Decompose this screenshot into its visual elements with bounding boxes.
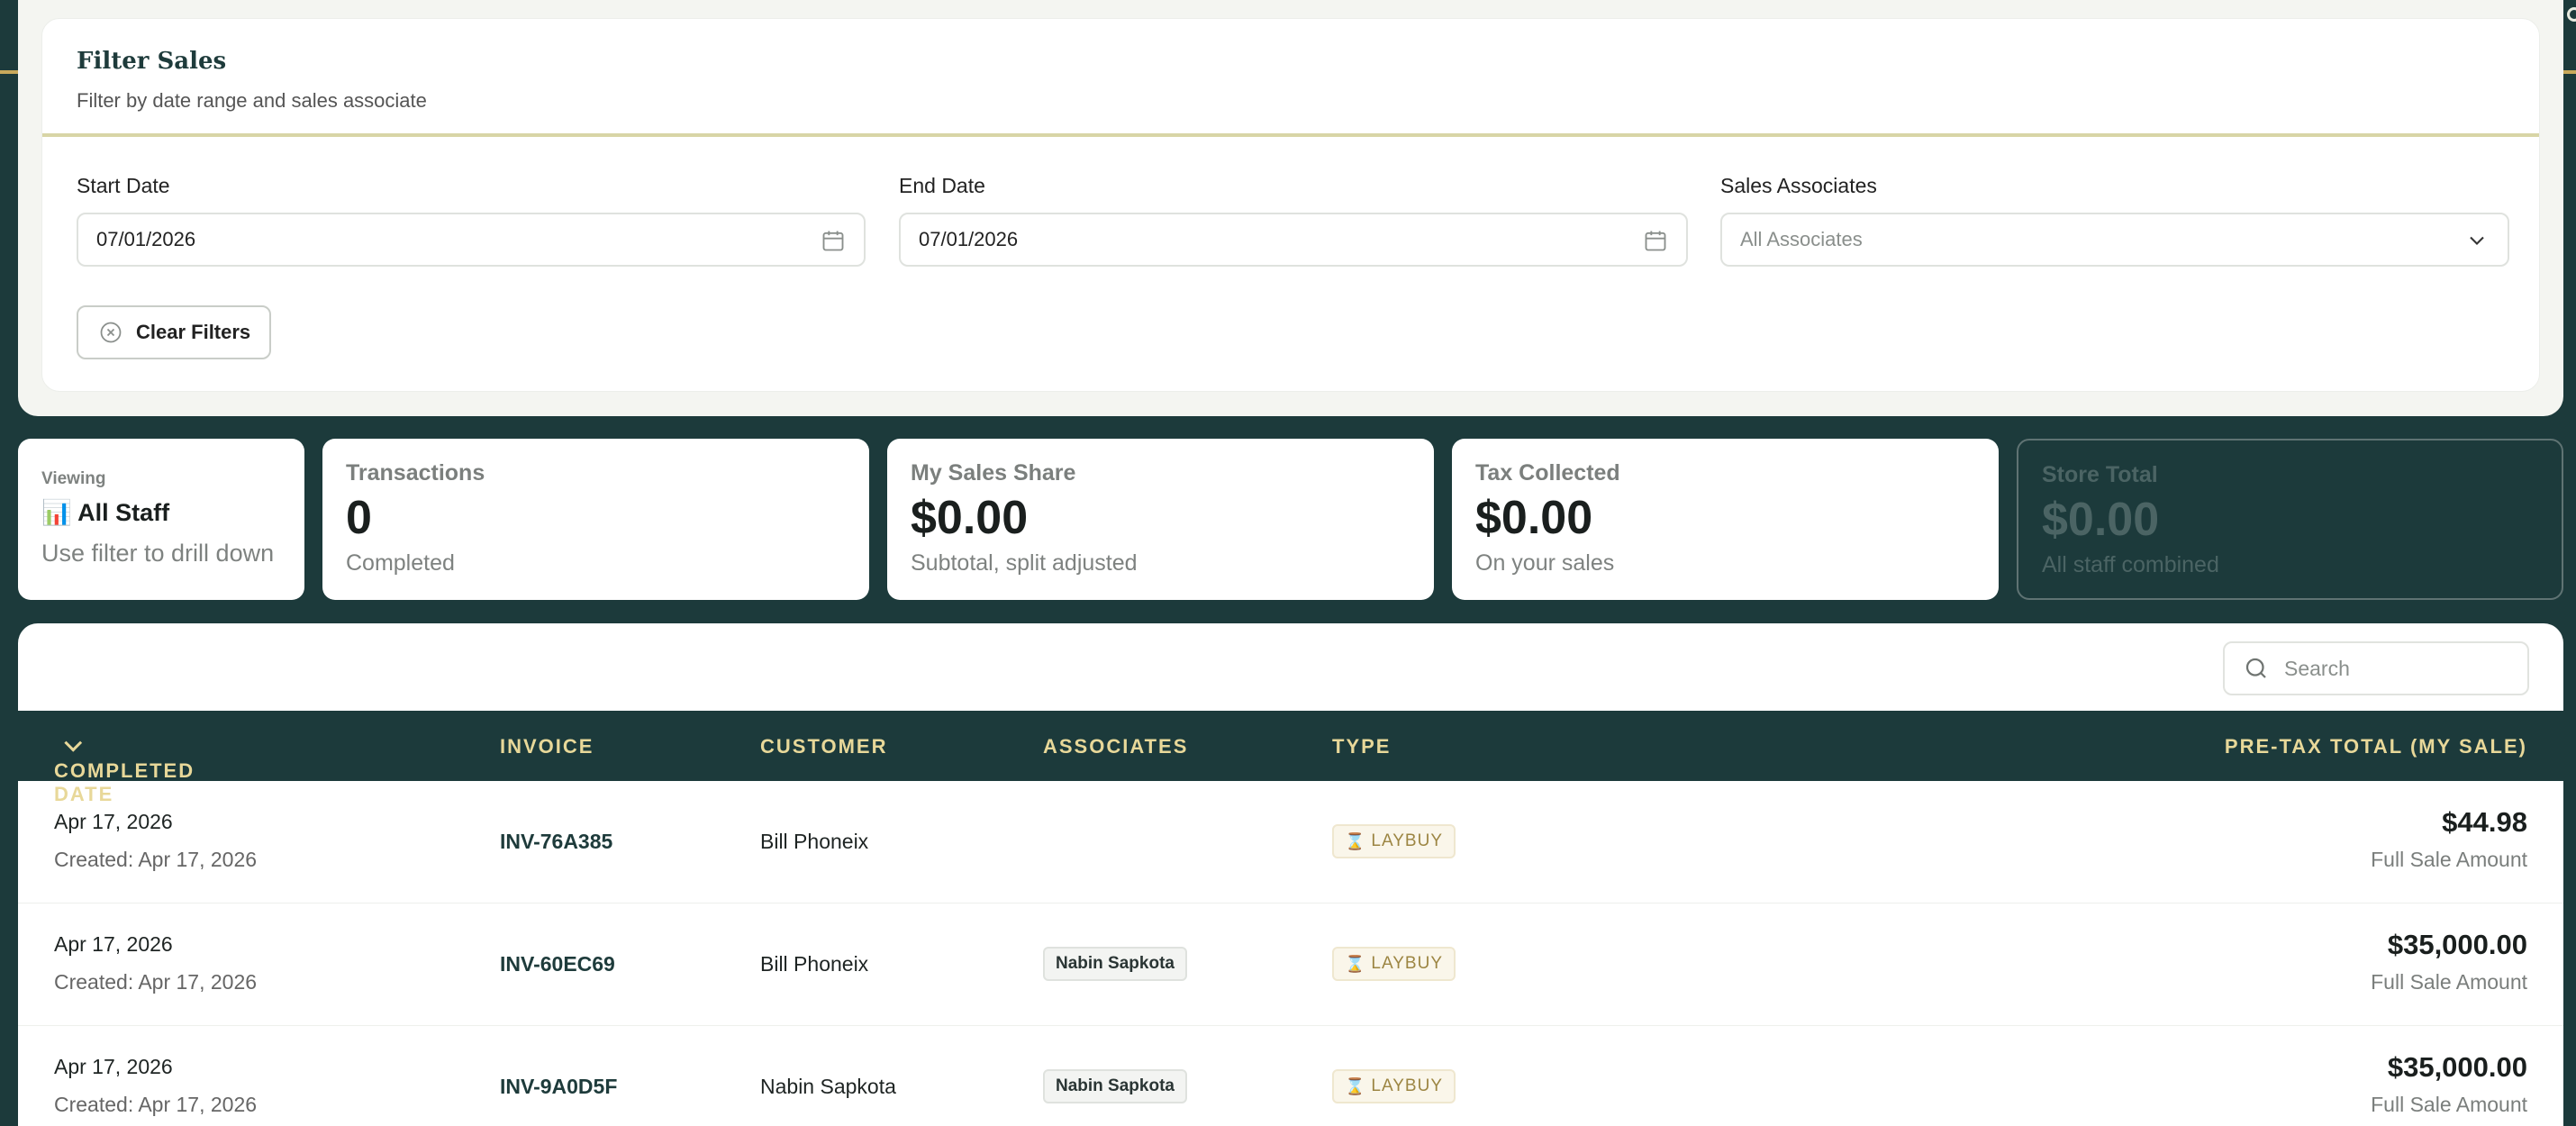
associate-badge: Nabin Sapkota <box>1043 947 1187 981</box>
transactions-label: Transactions <box>346 460 485 486</box>
viewing-card: Viewing 📊 All Staff Use filter to drill … <box>18 439 304 600</box>
end-date-input[interactable]: 07/01/2026 <box>899 213 1688 267</box>
tax-collected-value: $0.00 <box>1475 492 1593 544</box>
invoice-number[interactable]: INV-9A0D5F <box>500 1075 617 1099</box>
invoice-number[interactable]: INV-60EC69 <box>500 952 615 976</box>
my-sales-share-card: My Sales Share $0.00 Subtotal, split adj… <box>887 439 1434 600</box>
column-pretax-total[interactable]: PRE-TAX TOTAL (MY SALE) <box>2225 735 2527 758</box>
created-date: Created: Apr 17, 2026 <box>54 970 258 994</box>
search-placeholder: Search <box>2284 656 2350 680</box>
sale-amount: $44.98 <box>2442 806 2527 838</box>
type-badge-label: LAYBUY <box>1371 954 1443 973</box>
completed-date: Apr 17, 2026 <box>54 1055 173 1078</box>
store-total-card: Store Total $0.00 All staff combined <box>2017 439 2563 600</box>
column-invoice[interactable]: INVOICE <box>500 735 594 758</box>
hourglass-icon: ⌛ <box>1345 1076 1366 1095</box>
search-icon <box>2245 658 2266 678</box>
tax-collected-note: On your sales <box>1475 549 1615 576</box>
start-date-field: Start Date 07/01/2026 <box>77 174 866 267</box>
created-date: Created: Apr 17, 2026 <box>54 848 258 871</box>
search-input[interactable]: Search <box>2223 641 2529 695</box>
viewing-scope: 📊 All Staff <box>41 498 281 527</box>
transactions-note: Completed <box>346 549 455 576</box>
sale-amount: $35,000.00 <box>2387 929 2527 960</box>
clear-filters-label: Clear Filters <box>136 321 251 343</box>
hourglass-icon: ⌛ <box>1345 831 1366 850</box>
completed-date: Apr 17, 2026 <box>54 810 173 833</box>
column-type[interactable]: TYPE <box>1332 735 1391 758</box>
transactions-card: Transactions 0 Completed <box>322 439 869 600</box>
filter-header: Filter Sales Filter by date range and sa… <box>42 19 2539 137</box>
header-accent-line-right <box>2563 70 2576 74</box>
my-sales-share-note: Subtotal, split adjusted <box>911 549 1138 576</box>
type-badge-label: LAYBUY <box>1371 1076 1443 1095</box>
type-badge: ⌛ LAYBUY <box>1332 947 1456 981</box>
chevron-down-icon <box>2470 236 2484 245</box>
clear-filters-button[interactable]: Clear Filters <box>77 305 271 359</box>
store-total-note: All staff combined <box>2042 551 2219 577</box>
table-row[interactable]: Apr 17, 2026 Created: Apr 17, 2026 INV-6… <box>18 904 2563 1026</box>
table-row[interactable]: Apr 17, 2026 Created: Apr 17, 2026 INV-7… <box>18 781 2563 904</box>
calendar-icon[interactable] <box>1643 228 1668 253</box>
completed-date: Apr 17, 2026 <box>54 932 173 956</box>
associates-placeholder: All Associates <box>1740 228 1863 250</box>
table-row[interactable]: Apr 17, 2026 Created: Apr 17, 2026 INV-9… <box>18 1026 2563 1126</box>
column-completed-date[interactable]: COMPLETED DATE <box>54 733 193 805</box>
customer-name: Bill Phoneix <box>760 830 869 853</box>
associates-label: Sales Associates <box>1720 174 1877 197</box>
viewing-hint: Use filter to drill down <box>41 540 275 567</box>
filter-section: Filter Sales Filter by date range and sa… <box>18 0 2563 416</box>
header-accent-line <box>0 70 18 74</box>
tax-collected-card: Tax Collected $0.00 On your sales <box>1452 439 1999 600</box>
tax-collected-label: Tax Collected <box>1475 460 1620 486</box>
end-date-field: End Date 07/01/2026 <box>899 174 1688 267</box>
table-header: COMPLETED DATE INVOICE CUSTOMER ASSOCIAT… <box>18 711 2563 805</box>
sort-chevron-icon <box>64 733 83 752</box>
filter-card: Filter Sales Filter by date range and sa… <box>41 18 2540 392</box>
sale-amount-note: Full Sale Amount <box>2371 1093 2527 1116</box>
associates-select[interactable]: All Associates <box>1720 213 2509 267</box>
bar-chart-icon: 📊 <box>41 499 72 526</box>
type-badge: ⌛ LAYBUY <box>1332 1069 1456 1103</box>
associates-field: Sales Associates All Associates <box>1720 174 2509 267</box>
store-total-label: Store Total <box>2042 462 2158 487</box>
customer-name: Nabin Sapkota <box>760 1075 896 1098</box>
end-date-value: 07/01/2026 <box>919 228 1019 250</box>
viewing-scope-label: All Staff <box>77 499 170 526</box>
calendar-icon[interactable] <box>821 228 846 253</box>
clear-circle-icon <box>100 322 122 343</box>
customer-name: Bill Phoneix <box>760 952 869 976</box>
type-badge: ⌛ LAYBUY <box>1332 824 1456 858</box>
invoice-number[interactable]: INV-76A385 <box>500 830 612 854</box>
my-sales-share-value: $0.00 <box>911 492 1029 544</box>
sale-amount: $35,000.00 <box>2387 1051 2527 1083</box>
associate-badge: Nabin Sapkota <box>1043 1069 1187 1103</box>
my-sales-share-label: My Sales Share <box>911 460 1076 486</box>
hourglass-icon: ⌛ <box>1345 954 1366 973</box>
transactions-value: 0 <box>346 492 372 544</box>
created-date: Created: Apr 17, 2026 <box>54 1093 258 1116</box>
sale-amount-note: Full Sale Amount <box>2371 848 2527 871</box>
column-customer[interactable]: CUSTOMER <box>760 735 888 758</box>
column-associates[interactable]: ASSOCIATES <box>1043 735 1188 758</box>
user-menu-icon[interactable] <box>2567 7 2576 22</box>
sale-amount-note: Full Sale Amount <box>2371 970 2527 994</box>
start-date-input[interactable]: 07/01/2026 <box>77 213 866 267</box>
viewing-key: Viewing <box>41 469 106 488</box>
type-badge-label: LAYBUY <box>1371 831 1443 850</box>
sales-table: Search COMPLETED DATE INVOICE CUSTOMER A… <box>18 623 2563 1126</box>
filter-subtitle: Filter by date range and sales associate <box>77 89 427 112</box>
store-total-value: $0.00 <box>2042 494 2160 546</box>
filter-title: Filter Sales <box>77 48 227 75</box>
end-date-label: End Date <box>899 174 985 197</box>
start-date-label: Start Date <box>77 174 170 197</box>
start-date-value: 07/01/2026 <box>96 228 196 250</box>
